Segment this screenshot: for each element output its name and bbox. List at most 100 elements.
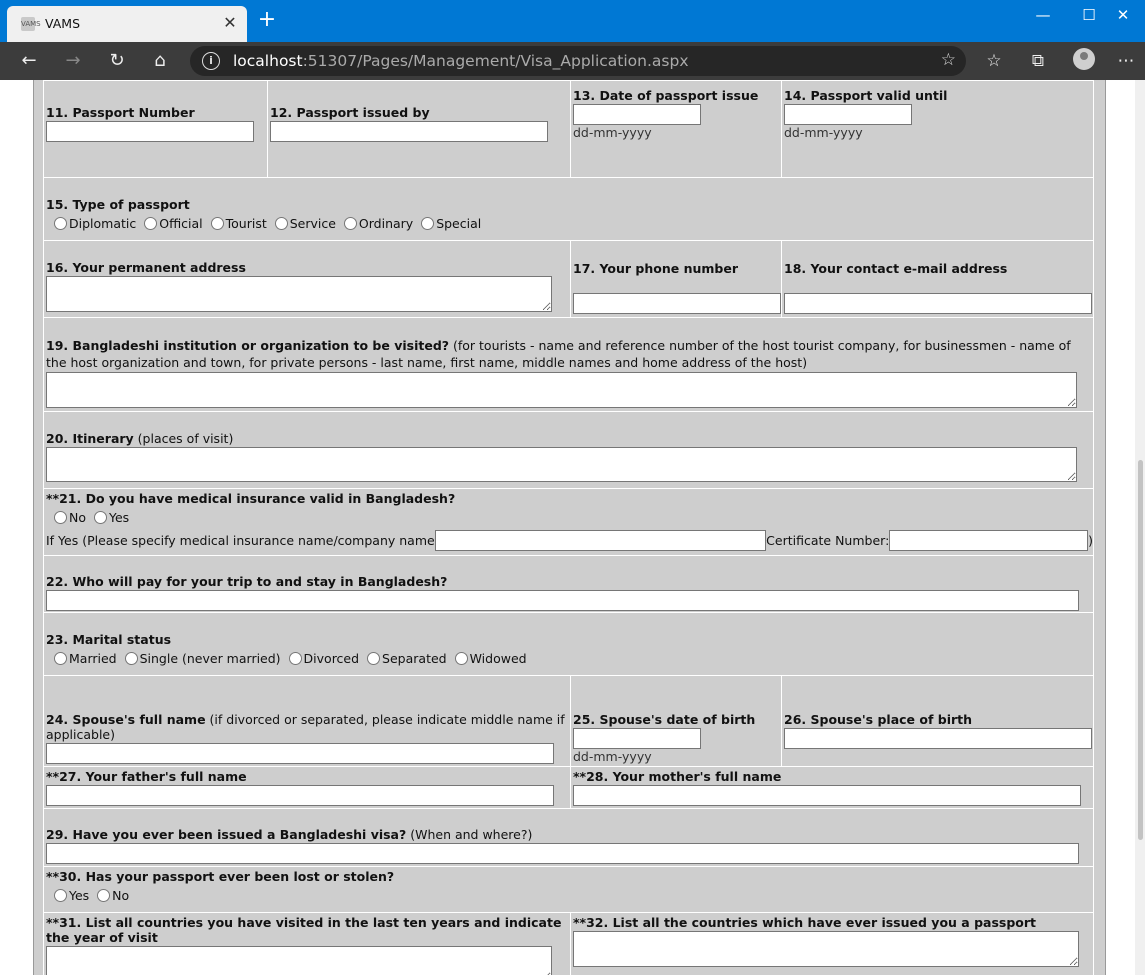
radio-single-input[interactable] bbox=[124, 652, 138, 665]
insurance-name-label: If Yes (Please specify medical insurance… bbox=[46, 533, 435, 548]
radio-official[interactable]: Official bbox=[144, 216, 203, 231]
cell-q25: 25. Spouse's date of birth dd-mm-yyyy bbox=[570, 675, 782, 767]
window-close-icon[interactable]: ✕ bbox=[1100, 6, 1145, 24]
browser-tab[interactable]: VAMS VAMS ✕ bbox=[7, 6, 247, 42]
tab-close-icon[interactable]: ✕ bbox=[221, 13, 239, 32]
browser-toolbar: ← → ↻ ⌂ i localhost:51307/Pages/Manageme… bbox=[0, 42, 1145, 80]
cell-q21: **21. Do you have medical insurance vali… bbox=[43, 488, 1094, 556]
scrollbar-thumb[interactable] bbox=[1138, 460, 1143, 840]
insurance-name-input[interactable] bbox=[434, 530, 767, 551]
radio-tourist[interactable]: Tourist bbox=[210, 216, 267, 231]
radio-special-label: Special bbox=[436, 216, 482, 231]
reload-icon[interactable]: ↻ bbox=[105, 50, 129, 72]
passport-type-radios: Diplomatic Official Tourist Service Ordi… bbox=[54, 216, 1093, 233]
radio-insurance-yes-input[interactable] bbox=[93, 511, 107, 524]
passport-countries-textarea[interactable] bbox=[573, 931, 1079, 967]
phone-number-input[interactable] bbox=[573, 293, 781, 314]
tab-favicon-icon: VAMS bbox=[21, 17, 41, 31]
radio-tourist-input[interactable] bbox=[210, 217, 224, 230]
cell-q20: 20. Itinerary (places of visit) bbox=[43, 411, 1094, 489]
more-menu-icon[interactable]: ⋯ bbox=[1114, 51, 1138, 71]
cell-q27: **27. Your father's full name bbox=[43, 766, 571, 809]
spouse-full-name-input[interactable] bbox=[46, 743, 554, 764]
radio-single[interactable]: Single (never married) bbox=[124, 651, 281, 666]
cell-q22: 22. Who will pay for your trip to and st… bbox=[43, 555, 1094, 613]
cell-q31: **31. List all countries you have visite… bbox=[43, 912, 571, 975]
add-favorite-icon[interactable]: ☆ bbox=[941, 50, 956, 70]
site-info-icon[interactable]: i bbox=[202, 52, 220, 70]
cell-q26: 26. Spouse's place of birth bbox=[781, 675, 1094, 767]
radio-service-label: Service bbox=[289, 216, 336, 231]
radio-insurance-yes[interactable]: Yes bbox=[93, 510, 129, 525]
page-scrollbar[interactable] bbox=[1135, 80, 1145, 975]
q23-label: 23. Marital status bbox=[46, 632, 172, 647]
radio-widowed-input[interactable] bbox=[454, 652, 468, 665]
address-bar[interactable]: i localhost:51307/Pages/Management/Visa_… bbox=[190, 46, 966, 76]
q11-label: 11. Passport Number bbox=[46, 105, 195, 120]
radio-ordinary-input[interactable] bbox=[343, 217, 357, 230]
radio-lost-no[interactable]: No bbox=[97, 888, 129, 903]
radio-official-label: Official bbox=[159, 216, 203, 231]
q27-label: **27. Your father's full name bbox=[46, 769, 247, 784]
home-icon[interactable]: ⌂ bbox=[148, 50, 172, 72]
radio-insurance-no[interactable]: No bbox=[54, 510, 86, 525]
back-icon[interactable]: ← bbox=[17, 50, 41, 72]
father-full-name-input[interactable] bbox=[46, 785, 554, 806]
certificate-number-input[interactable] bbox=[889, 530, 1089, 551]
visited-countries-textarea[interactable] bbox=[46, 946, 552, 975]
passport-issued-by-input[interactable] bbox=[270, 121, 548, 142]
radio-insurance-no-input[interactable] bbox=[54, 511, 67, 524]
radio-widowed[interactable]: Widowed bbox=[454, 651, 527, 666]
radio-service-input[interactable] bbox=[274, 217, 288, 230]
radio-divorced-input[interactable] bbox=[288, 652, 302, 665]
cell-q11: 11. Passport Number bbox=[43, 80, 268, 178]
minimize-icon[interactable]: — bbox=[1020, 6, 1066, 24]
radio-married[interactable]: Married bbox=[54, 651, 117, 666]
trip-payer-input[interactable] bbox=[46, 590, 1079, 611]
previous-visa-input[interactable] bbox=[46, 843, 1079, 864]
collections-icon[interactable]: ⧉ bbox=[1026, 51, 1050, 71]
itinerary-textarea[interactable] bbox=[46, 447, 1077, 482]
radio-insurance-no-label: No bbox=[69, 510, 86, 525]
radio-lost-yes[interactable]: Yes bbox=[54, 888, 89, 903]
permanent-address-textarea[interactable] bbox=[46, 276, 552, 312]
organization-to-visit-textarea[interactable] bbox=[46, 372, 1077, 408]
radio-official-input[interactable] bbox=[144, 217, 158, 230]
cell-q30: **30. Has your passport ever been lost o… bbox=[43, 866, 1094, 913]
radio-divorced[interactable]: Divorced bbox=[288, 651, 359, 666]
url-host: localhost bbox=[233, 52, 303, 70]
new-tab-icon[interactable]: + bbox=[256, 9, 278, 31]
q20-note: (places of visit) bbox=[133, 431, 234, 446]
mother-full-name-input[interactable] bbox=[573, 785, 1081, 806]
spouse-dob-input[interactable] bbox=[573, 728, 701, 749]
radio-special[interactable]: Special bbox=[421, 216, 481, 231]
radio-lost-no-input[interactable] bbox=[97, 889, 111, 902]
cell-q18: 18. Your contact e-mail address bbox=[781, 240, 1094, 318]
passport-valid-until-input[interactable] bbox=[784, 104, 912, 125]
profile-avatar[interactable] bbox=[1073, 48, 1095, 70]
cell-q28: **28. Your mother's full name bbox=[570, 766, 1094, 809]
passport-issue-date-input[interactable] bbox=[573, 104, 701, 125]
q20-text: 20. Itinerary (places of visit) bbox=[46, 431, 1093, 446]
radio-single-label: Single (never married) bbox=[139, 651, 281, 666]
radio-separated-input[interactable] bbox=[367, 652, 381, 665]
q14-date-hint: dd-mm-yyyy bbox=[784, 125, 863, 140]
spouse-birthplace-input[interactable] bbox=[784, 728, 1092, 749]
radio-married-input[interactable] bbox=[54, 652, 67, 665]
favorites-icon[interactable]: ☆ bbox=[982, 51, 1006, 71]
passport-number-input[interactable] bbox=[46, 121, 254, 142]
contact-email-input[interactable] bbox=[784, 293, 1092, 314]
q32-label: **32. List all the countries which have … bbox=[573, 915, 1037, 930]
radio-ordinary[interactable]: Ordinary bbox=[343, 216, 413, 231]
forward-icon[interactable]: → bbox=[61, 50, 85, 72]
radio-special-input[interactable] bbox=[421, 217, 435, 230]
insurance-details-row: If Yes (Please specify medical insurance… bbox=[46, 530, 1093, 551]
q24-text: 24. Spouse's full name (if divorced or s… bbox=[46, 712, 570, 742]
radio-diplomatic[interactable]: Diplomatic bbox=[54, 216, 136, 231]
q13-label: 13. Date of passport issue bbox=[573, 88, 759, 103]
radio-service[interactable]: Service bbox=[274, 216, 336, 231]
radio-diplomatic-input[interactable] bbox=[54, 217, 67, 230]
url-path: :51307/Pages/Management/Visa_Application… bbox=[302, 52, 689, 70]
radio-separated[interactable]: Separated bbox=[367, 651, 447, 666]
radio-lost-yes-input[interactable] bbox=[54, 889, 67, 902]
